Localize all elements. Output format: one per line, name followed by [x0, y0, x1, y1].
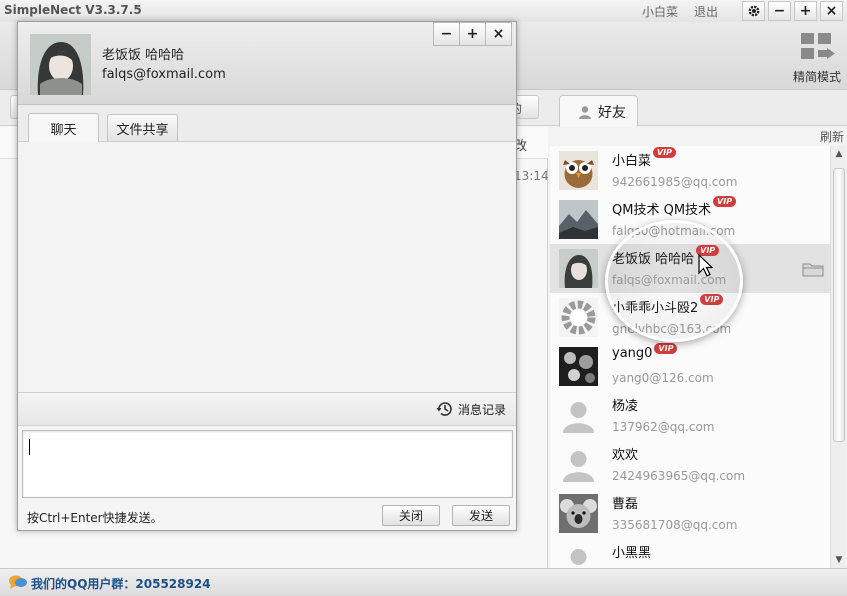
folder-icon[interactable] — [802, 261, 824, 277]
user-icon — [579, 105, 591, 119]
minimize-icon: − — [440, 26, 453, 42]
vip-badge: VIP — [713, 196, 737, 207]
close-icon: × — [825, 3, 838, 19]
friend-email: falqs0@hotmail.com — [612, 224, 736, 238]
chat-bubbles-icon — [9, 575, 27, 589]
friend-email: 2424963965@qq.com — [612, 469, 746, 483]
tab-friends[interactable]: 好友 — [559, 95, 638, 127]
friend-email: 137962@qq.com — [612, 420, 715, 434]
friend-list-scrollbar[interactable]: ▲ ▼ — [830, 146, 846, 568]
send-button[interactable]: 发送 — [452, 505, 510, 526]
gear-icon — [748, 5, 759, 17]
chat-minimize-button[interactable]: − — [433, 22, 460, 46]
friend-item[interactable]: 欢欢 2424963965@qq.com — [550, 440, 830, 489]
friend-item[interactable]: 小黑黑 — [550, 538, 830, 568]
close-chat-button[interactable]: 关闭 — [382, 505, 440, 526]
close-button[interactable]: × — [820, 1, 843, 21]
current-user-name: 小白菜 — [642, 5, 679, 19]
message-input[interactable] — [23, 431, 512, 497]
chat-window-controls: − + × — [433, 22, 512, 46]
main-titlebar: SimpleNect V3.3.7.5 小白菜 退出 − + × — [0, 0, 847, 22]
flowers-avatar — [559, 347, 598, 386]
friend-email: 942661985@qq.com — [612, 175, 738, 189]
friend-email: 335681708@qq.com — [612, 518, 738, 532]
friend-item[interactable]: yang0 VIP yang0@126.com — [550, 342, 830, 391]
refresh-link[interactable]: 刷新 — [820, 128, 844, 145]
landscape-avatar — [559, 200, 598, 239]
minimize-icon: − — [773, 3, 786, 19]
default-user-avatar — [563, 402, 594, 433]
friend-item[interactable]: 曹磊 335681708@qq.com — [550, 489, 830, 538]
friend-name: 小乖乖小斗殴2VIP — [612, 294, 724, 316]
loading-spinner-avatar — [559, 298, 598, 337]
plus-icon: + — [799, 3, 812, 19]
chat-contact-name: 老饭饭 哈哈哈 — [102, 48, 185, 63]
friend-name: 曹磊 — [612, 497, 639, 512]
chat-contact-email: falqs@foxmail.com — [102, 67, 226, 82]
settings-button[interactable] — [742, 1, 765, 21]
maximize-button[interactable]: + — [794, 1, 817, 21]
close-icon: × — [492, 26, 505, 42]
koala-avatar — [559, 494, 598, 533]
vip-badge: VIP — [700, 294, 724, 305]
plus-icon: + — [466, 26, 479, 42]
layout-switch-icon — [801, 33, 835, 59]
logout-link[interactable]: 退出 — [694, 3, 718, 20]
friend-list: 小白菜VIP 942661985@qq.com QM技术 QM技术VIP fal… — [550, 146, 830, 568]
row-timestamp: 13:14 — [514, 169, 549, 183]
default-user-avatar — [570, 549, 587, 565]
message-history-button[interactable]: 消息记录 — [436, 400, 506, 418]
scroll-up-arrow-icon[interactable]: ▲ — [833, 148, 845, 160]
main-window-controls: − + × — [742, 1, 843, 21]
friend-name: 杨凌 — [612, 399, 639, 414]
vip-badge: VIP — [653, 147, 677, 158]
status-bar: 我们的QQ用户群：205528924 — [0, 568, 847, 596]
simple-mode-button[interactable]: 精简模式 — [790, 30, 844, 85]
message-input-box — [22, 430, 513, 498]
friend-item-selected[interactable]: 老饭饭 哈哈哈VIP falqs@foxmail.com — [550, 244, 830, 293]
chat-close-button[interactable]: × — [485, 22, 512, 46]
friend-name: yang0 VIP — [612, 343, 678, 361]
friend-email: yang0@126.com — [612, 371, 714, 385]
message-history-area[interactable] — [18, 142, 516, 392]
friend-item[interactable]: 小乖乖小斗殴2VIP gnelvhbc@163.com — [550, 293, 830, 342]
friend-name: 欢欢 — [612, 448, 639, 463]
chat-window: 老饭饭 哈哈哈 falqs@foxmail.com − + × 聊天 文件共享 … — [17, 21, 517, 531]
vip-badge: VIP — [654, 343, 678, 354]
qq-group-text: 我们的QQ用户群：205528924 — [31, 577, 211, 591]
tab-chat[interactable]: 聊天 — [28, 113, 99, 143]
tab-file-sharing[interactable]: 文件共享 — [107, 114, 178, 141]
message-history-label: 消息记录 — [457, 402, 506, 417]
friend-item[interactable]: QM技术 QM技术VIP falqs0@hotmail.com — [550, 195, 830, 244]
history-bar: 消息记录 — [18, 392, 516, 426]
scroll-down-arrow-icon[interactable]: ▼ — [833, 554, 845, 566]
app-title: SimpleNect V3.3.7.5 — [4, 3, 142, 17]
minimize-button[interactable]: − — [768, 1, 791, 21]
mouse-cursor-icon — [698, 254, 714, 277]
scrollbar-thumb[interactable] — [833, 168, 845, 442]
friend-item[interactable]: 小白菜VIP 942661985@qq.com — [550, 146, 830, 195]
friend-name: 小白菜VIP — [612, 147, 677, 169]
simple-mode-label: 精简模式 — [792, 70, 841, 84]
contact-avatar — [30, 34, 91, 95]
friend-item[interactable]: 杨凌 137962@qq.com — [550, 391, 830, 440]
friend-name: 小黑黑 — [612, 546, 652, 561]
chat-maximize-button[interactable]: + — [459, 22, 486, 46]
send-shortcut-hint: 按Ctrl+Enter快捷发送。 — [27, 511, 163, 525]
friend-name: QM技术 QM技术VIP — [612, 196, 737, 218]
default-user-avatar — [563, 451, 594, 482]
anime-girl-avatar — [559, 249, 598, 288]
chat-header: 老饭饭 哈哈哈 falqs@foxmail.com − + × — [18, 22, 516, 105]
tab-friends-label: 好友 — [598, 104, 626, 121]
history-clock-icon — [436, 402, 452, 416]
chat-tabbar: 聊天 文件共享 — [18, 105, 516, 143]
owl-avatar — [559, 151, 598, 190]
friend-email: gnelvhbc@163.com — [612, 322, 732, 336]
